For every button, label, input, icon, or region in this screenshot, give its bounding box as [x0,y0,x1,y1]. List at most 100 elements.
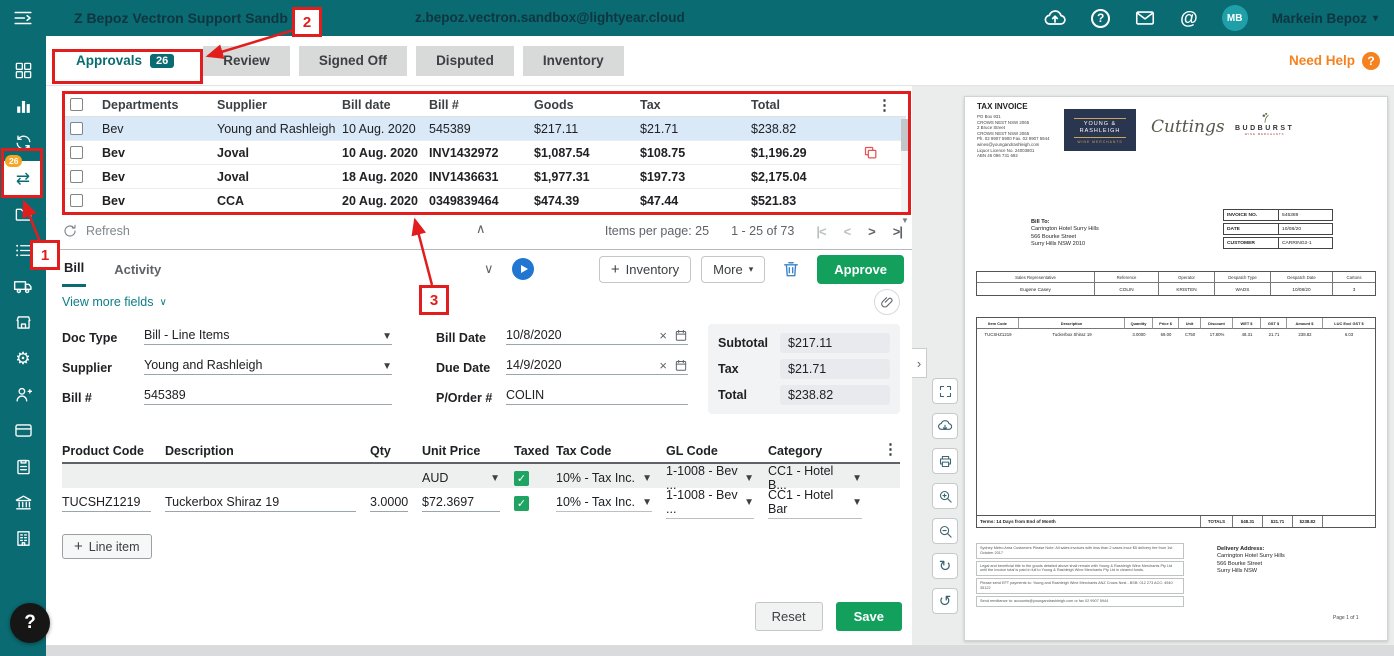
chevron-down-icon: ▼ [744,496,754,508]
sidebar-item-suppliers[interactable] [0,304,46,340]
product-code-input[interactable]: TUCSHZ1219 [62,495,151,512]
play-button[interactable] [512,258,534,280]
help-icon[interactable]: ? [1091,8,1111,28]
supplier-select[interactable]: Young and Rashleigh ▼ [144,358,392,375]
scrollbar-thumb[interactable] [901,119,910,151]
currency-select[interactable]: AUD ▼ [422,471,500,485]
tab-approvals[interactable]: Approvals 26 [56,45,195,76]
detail-tab-bill[interactable]: Bill [62,251,87,287]
row-checkbox[interactable] [70,146,83,159]
table-options-kebab-icon[interactable]: ⋮ [877,96,892,114]
qty-input[interactable]: 3.0000 [370,495,408,512]
tab-inventory[interactable]: Inventory [522,45,624,76]
bill-date-input[interactable]: 10/8/2020 × [506,328,688,345]
calendar-icon[interactable] [674,358,688,372]
row-checkbox[interactable] [70,170,83,183]
mail-icon[interactable] [1134,7,1156,29]
add-line-item-button[interactable]: + Line item [62,534,152,559]
due-date-input[interactable]: 14/9/2020 × [506,358,688,375]
refresh-button[interactable]: Refresh [62,223,130,239]
table-row[interactable]: Bev CCA 20 Aug. 2020 0349839464 $474.39 … [62,189,906,213]
need-help-link[interactable]: Need Help ? [1289,51,1380,70]
sidebar-item-settings[interactable]: ⚙ [0,340,46,376]
p-order-input[interactable]: COLIN [506,388,688,405]
zoom-out-icon[interactable] [932,518,958,544]
select-all-checkbox[interactable] [70,98,83,111]
help-fab-button[interactable]: ? [10,603,50,643]
sidebar-item-dashboard[interactable] [0,52,46,88]
table-row[interactable]: Bev Young and Rashleigh 10 Aug. 2020 545… [62,117,906,141]
cloud-upload-icon[interactable] [1043,6,1067,30]
download-icon[interactable] [932,413,958,439]
col-category: Category [768,444,823,458]
view-more-fields-link[interactable]: View more fields ∨ [62,295,167,309]
more-button[interactable]: More ▾ [701,255,766,283]
doc-type-select[interactable]: Bill - Line Items ▼ [144,328,392,345]
cell-bill-no: 0349839464 [429,193,499,208]
table-scrollbar[interactable]: ▼ [901,119,910,225]
rotate-counterclockwise-icon[interactable]: ↺ [932,588,958,614]
tax-code-select[interactable]: 10% - Tax Inc. ▼ [556,495,652,512]
sidebar-item-billing[interactable] [0,412,46,448]
description-input[interactable]: Tuckerbox Shiraz 19 [165,495,356,512]
sidebar-item-documents[interactable] [0,448,46,484]
page-range: 1 - 25 of 73 [731,224,795,238]
chevron-down-icon: ▼ [382,331,392,342]
attachment-paperclip-icon[interactable] [874,289,900,315]
row-checkbox[interactable] [70,122,83,135]
user-menu[interactable]: Markein Bepoz ▾ [1272,11,1378,26]
menu-icon[interactable] [0,7,46,29]
detail-tab-activity[interactable]: Activity [112,253,163,286]
taxed-checkbox[interactable]: ✓ [514,496,529,511]
table-row[interactable]: Bev Joval 18 Aug. 2020 INV1436631 $1,977… [62,165,906,189]
sidebar-item-purchase-orders[interactable] [0,268,46,304]
fullscreen-icon[interactable] [932,378,958,404]
tab-signed-off[interactable]: Signed Off [298,45,408,76]
clear-date-icon[interactable]: × [659,359,667,372]
sidebar-item-company[interactable] [0,520,46,556]
calendar-icon[interactable] [674,328,688,342]
duplicate-bill-icon[interactable] [863,145,878,160]
mentions-icon[interactable]: @ [1180,8,1198,29]
category-select[interactable]: CC1 - Hotel Bar ▼ [768,488,862,519]
first-page-icon[interactable]: |< [816,224,826,239]
cell-bill-no: 545389 [429,121,471,136]
unit-price-input[interactable]: $72.3697 [422,495,500,512]
add-inventory-button[interactable]: + Inventory [598,255,692,283]
sidebar-item-bank[interactable] [0,484,46,520]
detail-header: Bill Activity ∨ + Inventory More ▾ Appro… [46,250,912,288]
line-items-kebab-icon[interactable]: ⋮ [883,440,898,458]
rotate-clockwise-icon[interactable]: ↻ [932,553,958,579]
bill-no-input[interactable]: 545389 [144,388,392,405]
zoom-in-icon[interactable] [932,483,958,509]
expand-preview-handle[interactable]: › [912,348,927,378]
sidebar-item-users[interactable] [0,376,46,412]
delete-button[interactable] [775,257,807,281]
sidebar-item-reports[interactable] [0,88,46,124]
sidebar-item-sync[interactable] [0,124,46,160]
company-selector[interactable]: Z Bepoz Vectron Support Sandb ▾ [74,10,299,26]
invoice-sender-address: PO Box 931 CROWS NEST NSW 2065 2 Bruce S… [977,114,1050,159]
cell-supplier: Joval [217,169,249,184]
approve-button[interactable]: Approve [817,254,904,284]
table-row[interactable]: Bev Joval 10 Aug. 2020 INV1432972 $1,087… [62,141,906,165]
taxed-default-checkbox[interactable]: ✓ [514,470,529,486]
default-tax-code-select[interactable]: 10% - Tax Inc. ▼ [556,471,652,485]
save-button[interactable]: Save [835,602,902,631]
row-checkbox[interactable] [70,194,83,207]
collapse-detail-chevron-icon[interactable]: ∨ [484,261,494,277]
reset-button[interactable]: Reset [754,602,823,631]
print-icon[interactable] [932,448,958,474]
avatar[interactable]: MB [1221,5,1248,31]
collapse-table-chevron-icon[interactable]: ∧ [476,221,486,237]
gl-code-select[interactable]: 1-1008 - Bev ... ▼ [666,488,754,519]
sidebar-item-bills-inbox[interactable]: 26 ⇄ [3,155,43,195]
clear-date-icon[interactable]: × [659,329,667,342]
tab-review[interactable]: Review [203,45,290,76]
last-page-icon[interactable]: >| [893,224,903,239]
sidebar-item-archive[interactable] [0,196,46,232]
bottom-scroll-strip[interactable] [46,645,1394,656]
tab-disputed[interactable]: Disputed [416,45,514,76]
prev-page-icon[interactable]: < [844,224,852,239]
next-page-icon[interactable]: > [868,224,876,239]
